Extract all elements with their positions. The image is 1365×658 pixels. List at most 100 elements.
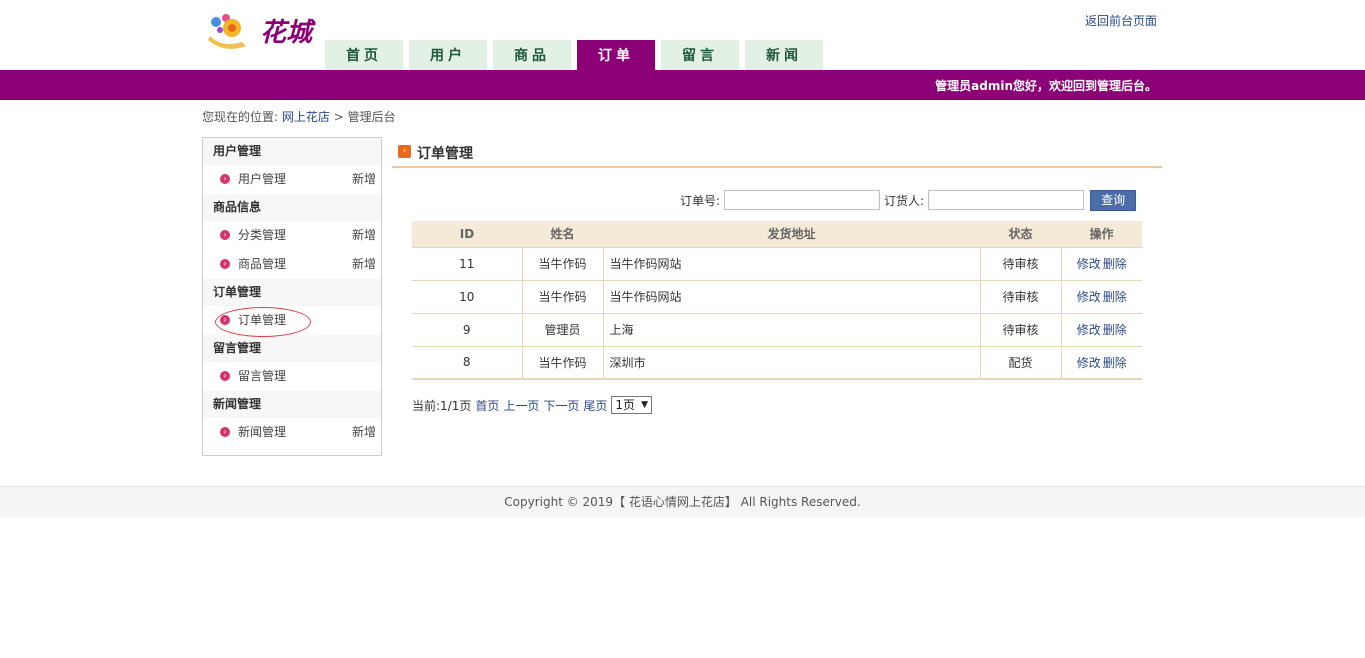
column-header-status: 状态 <box>980 221 1061 248</box>
sidebar-item-news-management[interactable]: › 新闻管理 新增 <box>203 418 381 447</box>
sidebar-item-label: 商品管理 <box>238 257 287 271</box>
breadcrumb-home-link[interactable]: 网上花店 <box>282 110 330 124</box>
sidebar-group-news: 新闻管理 <box>203 391 381 418</box>
orderer-input[interactable] <box>928 190 1085 210</box>
tab-news[interactable]: 新闻 <box>745 40 823 70</box>
sidebar-item-label: 用户管理 <box>238 172 287 186</box>
cell-status: 待审核 <box>979 313 1061 347</box>
table-header-row: ID 姓名 发货地址 状态 操作 <box>412 221 1142 248</box>
delete-link[interactable]: 删除 <box>1103 257 1127 271</box>
tab-orders[interactable]: 订单 <box>577 40 655 70</box>
tab-users[interactable]: 用户 <box>409 40 487 70</box>
cell-name: 当牛作码 <box>521 280 603 314</box>
add-category-link[interactable]: 新增 <box>352 221 376 250</box>
sidebar-group-products: 商品信息 <box>203 194 381 221</box>
header-bar: 管理员admin您好，欢迎回到管理后台。 <box>0 70 1365 100</box>
sidebar-item-category-management[interactable]: › 分类管理 新增 <box>203 221 381 250</box>
sidebar-group-messages: 留言管理 <box>203 335 381 362</box>
svg-text:花城: 花城 <box>260 18 316 48</box>
flower-logo-icon: 花城 <box>208 14 316 49</box>
chevron-right-icon: › <box>220 315 230 325</box>
cell-status: 配货 <box>979 346 1061 380</box>
sidebar-item-message-management[interactable]: › 留言管理 <box>203 362 381 391</box>
caret-down-icon: ▼ <box>641 400 648 410</box>
table-row: 9 管理员 上海 待审核 修改 删除 <box>412 313 1142 347</box>
copyright-text: Copyright © 2019【 花语心情网上花店】 All Rights R… <box>504 495 861 509</box>
delete-link[interactable]: 删除 <box>1103 356 1127 370</box>
edit-link[interactable]: 修改 <box>1077 290 1101 304</box>
sidebar-item-user-management[interactable]: › 用户管理 新增 <box>203 165 381 194</box>
chevron-right-icon: › <box>220 427 230 437</box>
welcome-text: 管理员admin您好，欢迎回到管理后台。 <box>935 79 1157 93</box>
breadcrumb: 您现在的位置: 网上花店 > 管理后台 <box>202 108 396 125</box>
cell-address: 深圳市 <box>602 346 980 380</box>
chevron-right-icon: › <box>220 174 230 184</box>
sidebar: 用户管理 › 用户管理 新增 商品信息 › 分类管理 新增 › 商品管理 新增 … <box>202 137 382 456</box>
page-select[interactable]: 1页 ▼ <box>611 396 652 414</box>
order-number-input[interactable] <box>724 190 881 210</box>
table-row: 10 当牛作码 当牛作码网站 待审核 修改 删除 <box>412 280 1142 314</box>
column-header-address: 发货地址 <box>603 221 980 248</box>
cell-status: 待审核 <box>979 247 1061 281</box>
cell-actions: 修改 删除 <box>1060 346 1142 380</box>
tab-messages[interactable]: 留言 <box>661 40 739 70</box>
page-indicator: 当前:1/1页 <box>412 398 472 413</box>
cell-name: 管理员 <box>521 313 603 347</box>
page-select-value: 1页 <box>615 398 636 412</box>
section-arrow-icon: › <box>398 145 411 158</box>
tab-home[interactable]: 首页 <box>325 40 403 70</box>
page-title: 订单管理 <box>417 146 473 162</box>
add-news-link[interactable]: 新增 <box>352 418 376 447</box>
main-nav: 首页 用户 商品 订单 留言 新闻 <box>325 40 829 70</box>
orderer-label: 订货人: <box>884 193 925 208</box>
cell-actions: 修改 删除 <box>1060 247 1142 281</box>
cell-status: 待审核 <box>979 280 1061 314</box>
chevron-right-icon: › <box>220 259 230 269</box>
tab-products[interactable]: 商品 <box>493 40 571 70</box>
delete-link[interactable]: 删除 <box>1103 290 1127 304</box>
cell-name: 当牛作码 <box>521 346 603 380</box>
table-row: 11 当牛作码 当牛作码网站 待审核 修改 删除 <box>412 247 1142 281</box>
next-page-link[interactable]: 下一页 <box>543 397 579 414</box>
cell-id: 11 <box>412 247 522 281</box>
cell-id: 8 <box>412 346 522 380</box>
sidebar-item-label: 分类管理 <box>238 228 287 242</box>
edit-link[interactable]: 修改 <box>1077 356 1101 370</box>
pagination: 当前:1/1页 首页 上一页 下一页 尾页 1页 ▼ <box>412 396 652 414</box>
back-to-frontend-link[interactable]: 返回前台页面 <box>1085 12 1157 29</box>
sidebar-group-orders: 订单管理 <box>203 279 381 306</box>
column-header-actions: 操作 <box>1061 221 1142 248</box>
cell-address: 当牛作码网站 <box>602 247 980 281</box>
breadcrumb-current: 管理后台 <box>347 110 396 124</box>
chevron-right-icon: › <box>220 230 230 240</box>
footer: Copyright © 2019【 花语心情网上花店】 All Rights R… <box>0 486 1365 517</box>
sidebar-item-label: 新闻管理 <box>238 425 287 439</box>
last-page-link[interactable]: 尾页 <box>583 397 607 414</box>
sidebar-item-label: 留言管理 <box>238 369 287 383</box>
site-logo: 花城 <box>202 8 327 56</box>
sidebar-group-users: 用户管理 <box>203 138 381 165</box>
add-product-link[interactable]: 新增 <box>352 250 376 279</box>
orders-table: ID 姓名 发货地址 状态 操作 11 当牛作码 当牛作码网站 待审核 修改 删除… <box>412 221 1142 380</box>
delete-link[interactable]: 删除 <box>1103 323 1127 337</box>
cell-actions: 修改 删除 <box>1060 313 1142 347</box>
edit-link[interactable]: 修改 <box>1077 323 1101 337</box>
query-button[interactable]: 查询 <box>1090 189 1137 211</box>
sidebar-item-order-management[interactable]: › 订单管理 <box>203 306 381 337</box>
cell-id: 9 <box>412 313 522 347</box>
section-header: › 订单管理 <box>392 137 1162 168</box>
chevron-right-icon: › <box>220 371 230 381</box>
cell-actions: 修改 删除 <box>1060 280 1142 314</box>
sidebar-item-product-management[interactable]: › 商品管理 新增 <box>203 250 381 279</box>
cell-name: 当牛作码 <box>521 247 603 281</box>
add-user-link[interactable]: 新增 <box>352 165 376 194</box>
column-header-name: 姓名 <box>522 221 603 248</box>
edit-link[interactable]: 修改 <box>1077 257 1101 271</box>
sidebar-item-label: 订单管理 <box>238 313 287 327</box>
column-header-id: ID <box>412 221 522 248</box>
breadcrumb-separator: > <box>333 110 344 124</box>
cell-address: 当牛作码网站 <box>602 280 980 314</box>
first-page-link[interactable]: 首页 <box>475 397 499 414</box>
breadcrumb-prefix: 您现在的位置: <box>202 110 279 124</box>
prev-page-link[interactable]: 上一页 <box>503 397 539 414</box>
